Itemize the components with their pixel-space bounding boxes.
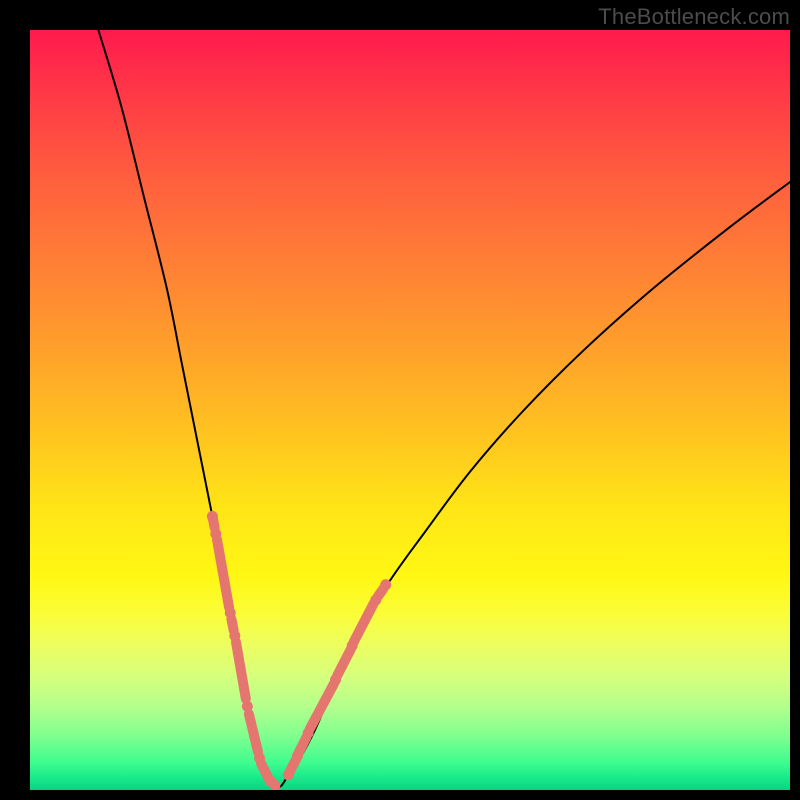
marker-dot [210,528,221,539]
bottleneck-curve [98,30,790,788]
marker-dot [347,640,358,651]
chart-stage: TheBottleneck.com [0,0,800,800]
marker-segment [231,619,233,630]
curve-svg [30,30,790,790]
marker-segment [217,539,229,607]
marker-segment [310,684,334,730]
marker-dot [207,511,218,522]
marker-dot [242,701,253,712]
marker-group [207,511,391,786]
marker-dot [292,750,303,761]
marker-dot [229,630,240,641]
marker-segment [249,714,258,752]
marker-dot [254,753,265,764]
marker-segment [354,604,374,642]
marker-dot [380,579,391,590]
marker-dot [225,607,236,618]
marker-dot [370,595,381,606]
marker-segment [236,642,246,699]
marker-segment [337,649,351,676]
plot-area [30,30,790,790]
marker-segment [299,737,307,752]
marker-segment [290,760,296,771]
marker-dot [265,775,276,786]
marker-segment [378,589,383,597]
marker-dot [330,674,341,685]
marker-dot [283,769,294,780]
watermark-text: TheBottleneck.com [598,4,790,30]
marker-dot [303,728,314,739]
